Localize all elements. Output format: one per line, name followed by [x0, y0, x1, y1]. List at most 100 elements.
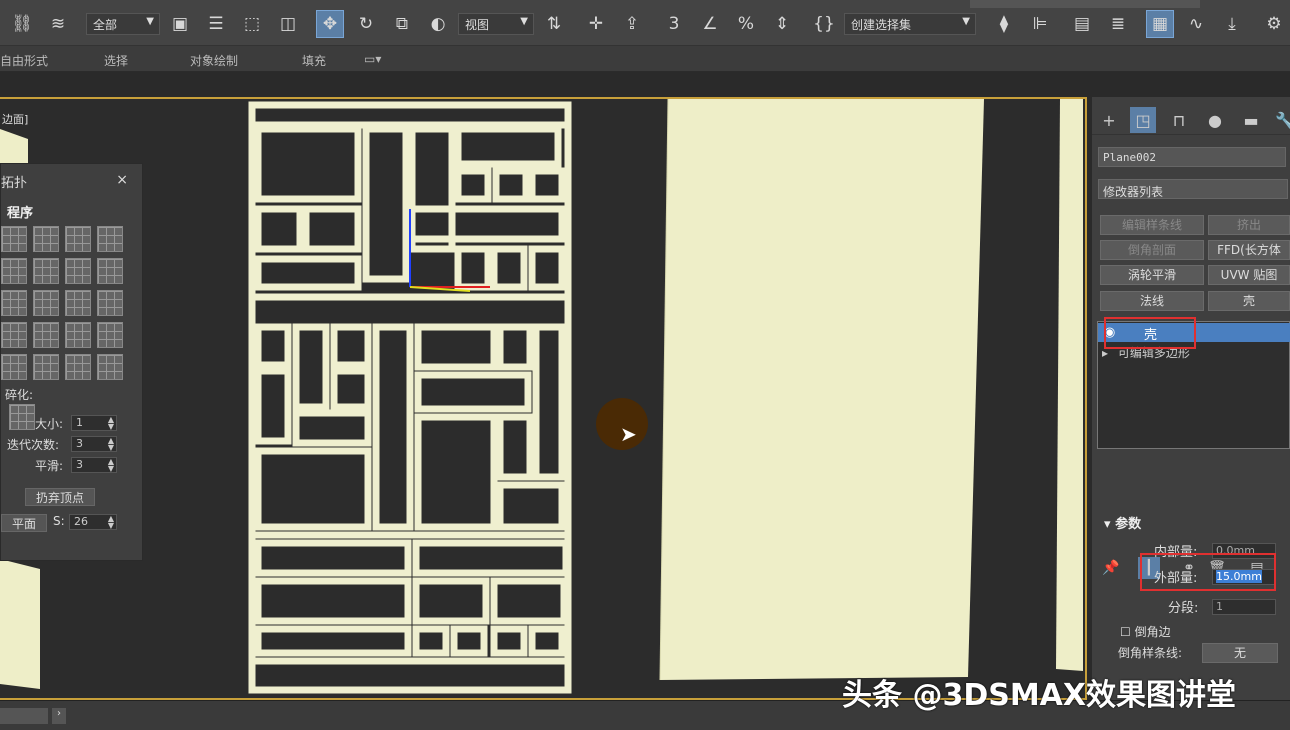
- procedure-section-title[interactable]: 程序: [7, 202, 33, 221]
- curve-editor-icon[interactable]: ∿: [1182, 10, 1210, 38]
- next-frame-icon[interactable]: ›: [52, 708, 66, 724]
- close-icon[interactable]: ×: [116, 172, 128, 188]
- pattern-swatch[interactable]: [65, 354, 91, 380]
- perspective-viewport[interactable]: 边面] ➤: [0, 97, 1087, 700]
- pattern-swatch[interactable]: [65, 226, 91, 252]
- select-manipulate-icon[interactable]: ✛: [582, 10, 610, 38]
- scene-explorer-icon[interactable]: ▦: [1146, 10, 1174, 38]
- parameters-rollout-title[interactable]: ▾ 参数: [1104, 513, 1141, 532]
- layer-manager-icon[interactable]: ≣: [1104, 10, 1132, 38]
- uvw-map-button[interactable]: UVW 贴图: [1208, 265, 1290, 285]
- discard-vertices-button[interactable]: 扔弃顶点: [25, 488, 95, 506]
- pattern-swatch[interactable]: [1, 258, 27, 284]
- ribbon-tab-freeform[interactable]: 自由形式: [0, 52, 48, 69]
- render-setup-icon[interactable]: ⚙: [1260, 10, 1288, 38]
- turbosmooth-button[interactable]: 涡轮平滑: [1100, 265, 1204, 285]
- place-icon[interactable]: ◐: [424, 10, 452, 38]
- pattern-swatch[interactable]: [97, 322, 123, 348]
- pattern-grid: [1, 226, 125, 380]
- mirror-icon[interactable]: ⧫: [990, 10, 1018, 38]
- edit-spline-button[interactable]: 编辑样条线: [1100, 215, 1204, 235]
- hierarchy-tab-icon[interactable]: ⊓: [1166, 107, 1192, 133]
- command-panel-tabs: + ◳ ⊓ ● ▬ 🔧: [1092, 103, 1290, 135]
- keyboard-shortcut-icon[interactable]: ⇪: [618, 10, 646, 38]
- bevel-profile-button[interactable]: 倒角剖面: [1100, 240, 1204, 260]
- pattern-swatch[interactable]: [65, 322, 91, 348]
- scale-icon[interactable]: ⧉: [388, 10, 416, 38]
- percent-snap-icon[interactable]: %: [732, 10, 760, 38]
- size-label: 大小:: [35, 417, 64, 431]
- ribbon-tab-populate[interactable]: 填充: [302, 52, 326, 69]
- tessellate-swatch[interactable]: [9, 404, 35, 430]
- pattern-swatch[interactable]: [1, 226, 27, 252]
- pattern-swatch[interactable]: [97, 258, 123, 284]
- link-icon[interactable]: ⛓: [8, 10, 36, 38]
- window-crossing-icon[interactable]: ◫: [274, 10, 302, 38]
- segments-spinner[interactable]: 1: [1212, 599, 1276, 615]
- snap-toggle-icon[interactable]: 3: [660, 10, 688, 38]
- smooth-value: 3: [76, 458, 83, 471]
- rect-selection-icon[interactable]: ⬚: [238, 10, 266, 38]
- ribbon-options-icon[interactable]: ▭▾: [364, 52, 381, 66]
- size-spinner[interactable]: 1 ▲ ▼: [71, 415, 117, 431]
- iterations-spinner[interactable]: 3 ▲ ▼: [71, 436, 117, 452]
- pattern-swatch[interactable]: [97, 354, 123, 380]
- motion-tab-icon[interactable]: ●: [1202, 107, 1228, 133]
- modifier-list-dropdown[interactable]: 修改器列表: [1098, 179, 1288, 199]
- pattern-swatch[interactable]: [33, 290, 59, 316]
- pattern-swatch[interactable]: [65, 290, 91, 316]
- select-object-icon[interactable]: ▣: [166, 10, 194, 38]
- pattern-swatch[interactable]: [1, 290, 27, 316]
- reference-coord-select[interactable]: 视图 ▼: [458, 13, 534, 35]
- ribbon-tab-selection[interactable]: 选择: [104, 52, 128, 69]
- ffd-box-button[interactable]: FFD(长方体: [1208, 240, 1290, 260]
- plane-button[interactable]: 平面: [1, 514, 47, 532]
- selection-filter-select[interactable]: 全部 ▼: [86, 13, 160, 35]
- pin-stack-icon[interactable]: 📌: [1100, 557, 1122, 579]
- iterations-value: 3: [76, 437, 83, 450]
- pivot-center-icon[interactable]: ⇅: [540, 10, 568, 38]
- pattern-swatch[interactable]: [97, 226, 123, 252]
- select-by-name-icon[interactable]: ☰: [202, 10, 230, 38]
- shell-button[interactable]: 壳: [1208, 291, 1290, 311]
- watermark: 头条 @3DSMAX效果图讲堂: [842, 678, 1237, 713]
- smooth-spinner[interactable]: 3 ▲ ▼: [71, 457, 117, 473]
- pattern-swatch[interactable]: [1, 322, 27, 348]
- pattern-swatch[interactable]: [33, 322, 59, 348]
- pattern-swatch[interactable]: [1, 354, 27, 380]
- normal-button[interactable]: 法线: [1100, 291, 1204, 311]
- bevel-edge-checkbox[interactable]: ☐ 倒角边: [1120, 623, 1171, 640]
- lattice-screen: [248, 101, 572, 694]
- size-value: 1: [76, 416, 83, 429]
- extrude-button[interactable]: 挤出: [1208, 215, 1290, 235]
- edit-named-selection-icon[interactable]: {}: [810, 10, 838, 38]
- utilities-tab-icon[interactable]: 🔧: [1272, 107, 1290, 133]
- bevel-spline-button[interactable]: 无: [1202, 643, 1278, 663]
- pattern-swatch[interactable]: [33, 258, 59, 284]
- spinner-snap-icon[interactable]: ⇕: [768, 10, 796, 38]
- highlight-box-outer-amount: [1140, 553, 1276, 591]
- object-name-field[interactable]: Plane002: [1098, 147, 1286, 167]
- mouse-cursor-icon: ➤: [620, 422, 637, 446]
- align-icon[interactable]: ⊫: [1026, 10, 1054, 38]
- angle-snap-icon[interactable]: ∠: [696, 10, 724, 38]
- rotate-icon[interactable]: ↻: [352, 10, 380, 38]
- display-tab-icon[interactable]: ▬: [1238, 107, 1264, 133]
- ribbon-tab-object-paint[interactable]: 对象绘制: [190, 52, 238, 69]
- bind-space-warp-icon[interactable]: ≋: [44, 10, 72, 38]
- layer-explorer-icon[interactable]: ▤: [1068, 10, 1096, 38]
- pattern-swatch[interactable]: [33, 354, 59, 380]
- pattern-swatch[interactable]: [33, 226, 59, 252]
- pattern-swatch[interactable]: [97, 290, 123, 316]
- modify-tab-icon[interactable]: ◳: [1130, 107, 1156, 133]
- named-selection-select[interactable]: 创建选择集 ▼: [844, 13, 976, 35]
- move-icon[interactable]: ✥: [316, 10, 344, 38]
- time-slider-track[interactable]: [0, 708, 48, 724]
- pattern-swatch[interactable]: [65, 258, 91, 284]
- main-toolbar: ⛓ ≋ 全部 ▼ ▣ ☰ ⬚ ◫ ✥ ↻ ⧉ ◐ 视图 ▼ ⇅ ✛ ⇪ 3 ∠ % …: [0, 0, 1290, 46]
- named-selection-value: 创建选择集: [851, 18, 912, 32]
- schematic-view-icon[interactable]: ⤓: [1218, 10, 1246, 38]
- create-tab-icon[interactable]: +: [1096, 107, 1122, 133]
- s-spinner[interactable]: 26 ▲ ▼: [69, 514, 117, 530]
- bevel-spline-label: 倒角样条线:: [1118, 646, 1183, 660]
